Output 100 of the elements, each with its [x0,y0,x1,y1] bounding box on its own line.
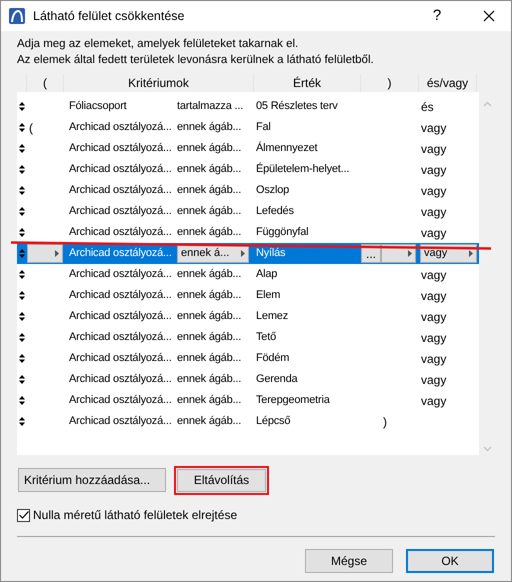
sort-handle-icon[interactable] [19,312,25,321]
remove-button[interactable]: Eltávolítás [177,468,266,492]
table-cell-text: ennek ágáb... [177,267,242,282]
table-cell-text: vagy [420,330,446,346]
table-row[interactable]: Archicad osztályozá... ennek ágáb... Födém vagy [17,348,479,369]
table-cell-text: ) [382,414,387,430]
table-cell-text: Lemez [256,309,288,324]
table-cell-text: 05 Részletes terv [256,99,338,114]
sort-handle-icon[interactable] [19,123,25,132]
table-cell-text: vagy [420,120,446,136]
sort-handle-icon[interactable] [19,270,25,279]
checkbox-label[interactable]: Nulla méretű látható felületek elrejtése [33,506,238,524]
table-cell-text: Archicad osztályozá... [68,204,173,220]
sort-handle-icon[interactable] [19,165,25,174]
table-cell-text: Oszlop [256,183,290,198]
table-cell-text: ennek ágáb... [177,330,242,346]
table-cell-text: Archicad osztályozá... [68,246,173,262]
caret-icon [55,250,59,257]
sort-handle-icon[interactable] [19,207,25,216]
sort-handle-icon[interactable] [19,291,25,300]
table-cell-text: Álmennyezet [256,140,318,156]
description-text: Az elemek által fedett területek levonásra kerülnek a látható felületből. [17,53,375,68]
column-header[interactable]: Érték [254,74,361,92]
table-cell-text: Fal [256,120,271,136]
table-cell-text: Födém [256,351,290,366]
sort-handle-icon[interactable] [19,186,25,195]
sort-handle-icon[interactable] [19,249,25,258]
table-cell-text: Archicad osztályozá... [68,225,173,240]
description-text: Adja meg az elemeket, amelyek felületeket takarnak el. [17,37,300,52]
table-cell-text: tartalmazza ... [177,99,244,114]
close-icon[interactable] [483,10,495,22]
table-cell-text: Függönyfal [256,225,308,240]
table-cell-text: Archicad osztályozá... [68,330,173,346]
table-cell-text: Archicad osztályozá... [68,414,173,430]
table-cell-text: ( [28,120,33,136]
table-cell-text: Archicad osztályozá... [68,351,173,366]
table-cell-text: Archicad osztályozá... [68,372,173,388]
table-row[interactable]: Archicad osztályozá... ennek ágáb... Épületelem-helyet... vagy [17,159,479,180]
table-cell-text: vagy [420,162,446,178]
sort-handle-icon[interactable] [19,102,25,111]
sort-handle-icon[interactable] [19,375,25,384]
table-row[interactable]: Archicad osztályozá... ennek ágáb... Oszlop vagy [17,180,479,201]
table-row[interactable]: Archicad osztályozá... ennek ágáb... Alap vagy [17,264,479,285]
table-cell-text: Archicad osztályozá... [68,309,173,324]
table-cell-text: Épületelem-helyet... [256,162,350,178]
table-cell-text: ennek ágáb... [177,183,242,198]
sort-handle-icon[interactable] [19,417,25,426]
add-criterion-split-button[interactable]: Kritérium hozzáadása... [18,468,166,492]
table-row[interactable]: Archicad osztályozá... ennek ágáb... Lefedés vagy [17,201,479,222]
sort-handle-icon[interactable] [19,144,25,153]
caret-icon [241,250,245,257]
sort-handle-icon[interactable] [19,228,25,237]
table-cell-text: Alap [256,267,278,282]
table-cell-text: ennek ágáb... [177,141,242,156]
table-cell-text: vagy [420,204,446,220]
sort-handle-icon[interactable] [19,396,25,405]
table-cell-text: Archicad osztályozá... [68,120,173,136]
table-cell-text: Archicad osztályozá... [68,162,173,178]
window-title: Látható felület csökkentése [33,8,184,25]
table-cell-text: vagy [420,308,446,326]
table-cell-text: Archicad osztályozá... [68,393,173,408]
column-header[interactable]: ) [361,74,419,92]
checkmark-icon [18,511,28,519]
sort-handle-icon[interactable] [19,333,25,342]
table-cell-text: vagy [420,140,446,158]
table-cell-text: Archicad osztályozá... [68,288,173,304]
table-cell-text: ennek ágáb... [177,288,242,304]
table-row[interactable]: Archicad osztályozá... ennek ágáb... Lépcső ) [17,411,479,432]
table-cell-text: Archicad osztályozá... [68,141,173,156]
table-row[interactable]: Fóliacsoport tartalmazza ... 05 Részletes terv és [17,96,479,117]
table-row[interactable]: Archicad osztályozá... ennek ágáb... Álmennyezet vagy [17,138,479,159]
column-header[interactable]: Kritériumok [64,74,254,92]
table-cell-text: Lépcső [256,414,290,430]
table-cell-text: Nyílás [256,246,286,262]
sort-handle-icon[interactable] [19,354,25,363]
table-cell-text: ennek ágáb... [177,309,242,324]
table-cell-text: vagy [420,266,446,284]
table-cell-text: ennek ágáb... [177,162,242,178]
table-cell-text: ennek ágáb... [177,204,242,220]
table-cell-text: vagy [420,392,446,410]
caret-icon [469,250,473,257]
table-cell-text: Archicad osztályozá... [68,267,173,282]
table-row[interactable]: ( Archicad osztályozá... ennek ágáb... Fal vagy [17,117,479,138]
table-row[interactable]: Archicad osztályozá... ennek ágáb... Tető vagy [17,327,479,348]
table-row[interactable]: Archicad osztályozá... ennek ágáb... Gerenda vagy [17,369,479,390]
table-row[interactable]: Archicad osztályozá... ennek ágáb... Lemez vagy [17,306,479,327]
table-cell-text: ennek ágáb... [177,225,242,240]
cancel-button[interactable]: Mégse [305,549,393,573]
table-row[interactable]: Archicad osztályozá... ennek ágáb... Terepgeometria vagy [17,390,479,411]
column-header[interactable]: és/vagy [419,74,477,92]
table-cell-text: ennek ágáb... [177,372,242,388]
table-row[interactable]: Archicad osztályozá... ennek ágáb... Elem vagy [17,285,479,306]
checkbox[interactable] [17,508,30,522]
table-cell-text: vagy [420,288,446,304]
open-paren-dropdown[interactable] [27,244,63,263]
table-row[interactable]: Archicad osztályozá... ennek ágáb... Függönyfal vagy [17,222,479,243]
help-button[interactable]: ? [417,4,457,28]
column-header[interactable]: ( [27,74,64,92]
ok-button[interactable]: OK [406,549,494,573]
table-cell-text: Fóliacsoport [68,99,128,114]
